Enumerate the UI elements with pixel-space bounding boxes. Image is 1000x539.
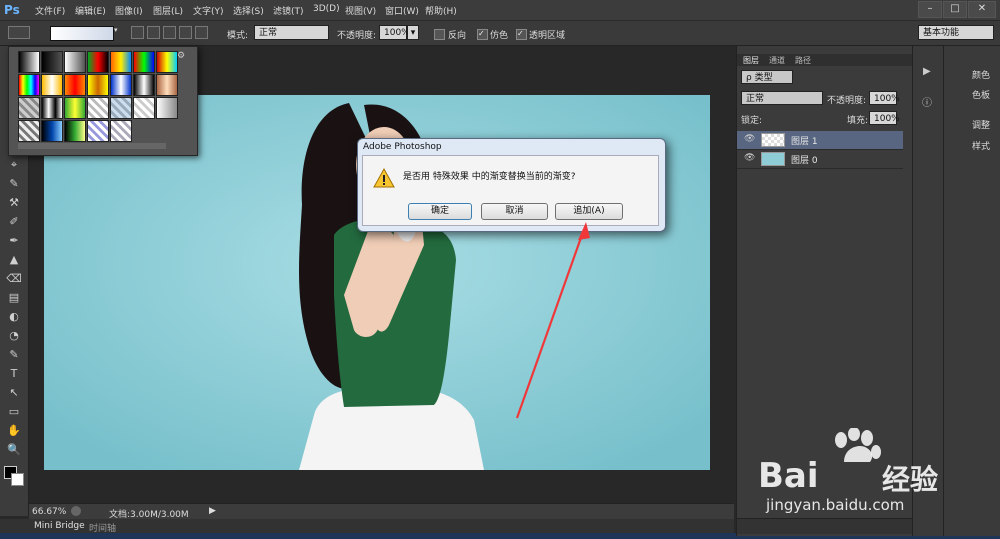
baidu-watermark: Bai 经验 jingyan.baidu.com	[758, 428, 958, 518]
watermark-url: jingyan.baidu.com	[766, 496, 905, 514]
watermark-brand: Bai	[758, 456, 819, 496]
watermark-brand-cn: 经验	[882, 463, 939, 496]
paw-logo	[835, 428, 881, 462]
